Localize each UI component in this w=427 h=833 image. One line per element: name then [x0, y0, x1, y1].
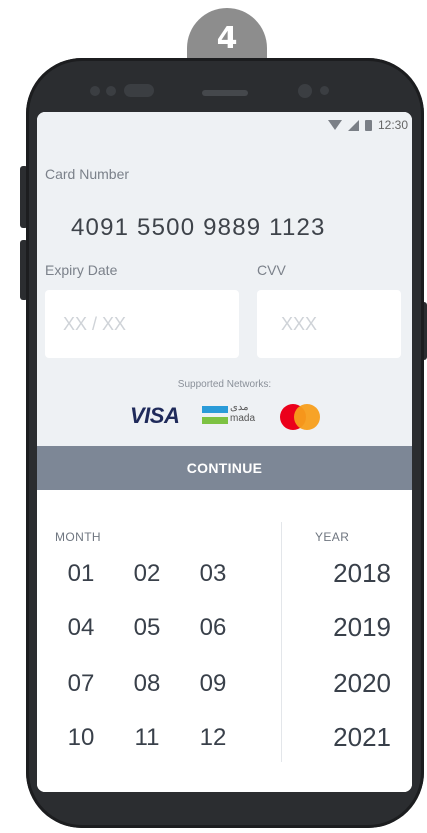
- supported-networks-label: Supported Networks:: [177, 379, 272, 390]
- signal-icon: [347, 119, 359, 131]
- card-form: 12:30 Card Number 4091 5500 9889 1123 Ex…: [37, 112, 412, 446]
- month-option-03[interactable]: 03: [189, 560, 237, 588]
- picker-divider: [281, 522, 282, 762]
- mastercard-logo: [280, 404, 324, 430]
- expiry-date-label: Expiry Date: [45, 262, 118, 278]
- front-sensor-2: [106, 86, 116, 96]
- month-option-05[interactable]: 05: [123, 614, 171, 642]
- month-header: MONTH: [55, 530, 101, 544]
- battery-icon: [364, 119, 372, 131]
- proximity-sensor: [320, 86, 329, 95]
- year-option-2021[interactable]: 2021: [307, 722, 391, 753]
- month-option-02[interactable]: 02: [123, 560, 171, 588]
- mada-arabic-text: مدى: [230, 402, 249, 413]
- front-camera-icon: [298, 84, 312, 98]
- month-option-09[interactable]: 09: [189, 670, 237, 698]
- month-option-06[interactable]: 06: [189, 614, 237, 642]
- card-number-value[interactable]: 4091 5500 9889 1123: [71, 214, 326, 242]
- cvv-label: CVV: [257, 262, 286, 278]
- visa-logo: VISA: [130, 403, 180, 428]
- iris-scanner-icon: [124, 84, 154, 97]
- year-option-2018[interactable]: 2018: [307, 558, 391, 589]
- month-option-12[interactable]: 12: [189, 724, 237, 752]
- year-option-2020[interactable]: 2020: [307, 668, 391, 699]
- expiry-date-field[interactable]: XX / XX: [45, 290, 239, 358]
- month-option-10[interactable]: 10: [57, 724, 105, 752]
- year-header: YEAR: [315, 530, 350, 544]
- status-time: 12:30: [377, 118, 408, 132]
- mada-text: mada: [230, 413, 256, 424]
- date-picker: MONTH YEAR 01 02 03 04 05 06 07 08 09 10…: [37, 490, 412, 792]
- month-option-11[interactable]: 11: [123, 724, 171, 752]
- month-option-04[interactable]: 04: [57, 614, 105, 642]
- month-option-01[interactable]: 01: [57, 560, 105, 588]
- status-bar: 12:30: [327, 116, 408, 134]
- month-option-07[interactable]: 07: [57, 670, 105, 698]
- year-option-2019[interactable]: 2019: [307, 612, 391, 643]
- cvv-field[interactable]: XXX: [257, 290, 401, 358]
- continue-button[interactable]: CONTINUE: [37, 446, 412, 490]
- earpiece: [202, 90, 248, 96]
- mada-logo: مدى mada: [202, 402, 256, 428]
- card-number-label: Card Number: [45, 166, 130, 182]
- phone-screen: 12:30 Card Number 4091 5500 9889 1123 Ex…: [37, 112, 412, 792]
- front-sensor-1: [90, 86, 100, 96]
- wifi-icon: [327, 120, 342, 130]
- month-option-08[interactable]: 08: [123, 670, 171, 698]
